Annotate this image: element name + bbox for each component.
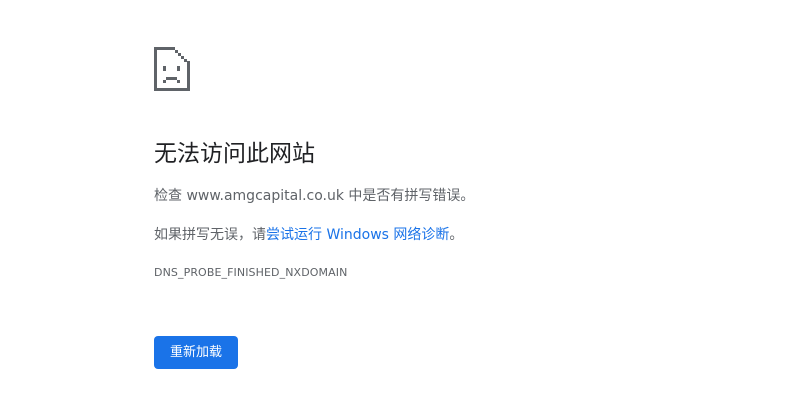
network-diagnostics-link[interactable]: 尝试运行 Windows 网络诊断 — [266, 227, 449, 243]
page-title: 无法访问此网站 — [154, 141, 315, 167]
hint-suffix: 。 — [449, 227, 464, 243]
hint-prefix: 如果拼写无误，请 — [154, 227, 266, 243]
reload-button[interactable]: 重新加载 — [154, 336, 238, 369]
error-code: DNS_PROBE_FINISHED_NXDOMAIN — [154, 266, 348, 279]
domain-name: www.amgcapital.co.uk — [186, 188, 344, 204]
check-prefix: 检查 — [154, 188, 187, 204]
check-suffix: 中是否有拼写错误。 — [343, 188, 475, 204]
spelling-check-message: 检查 www.amgcapital.co.uk 中是否有拼写错误。 — [154, 186, 474, 206]
diagnostics-suggestion: 如果拼写无误，请尝试运行 Windows 网络诊断。 — [154, 225, 463, 245]
sad-document-icon — [154, 47, 190, 91]
